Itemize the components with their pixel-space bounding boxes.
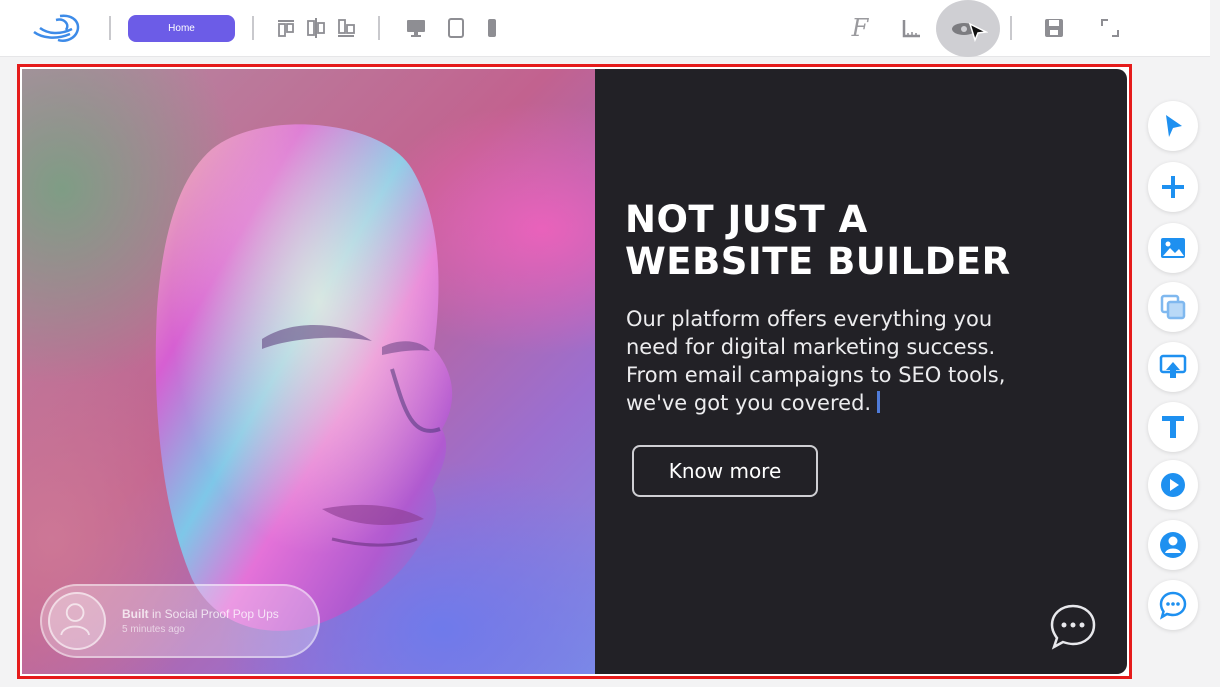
upload-button[interactable] [1148,342,1198,392]
user-icon [1160,532,1186,558]
add-chat-button[interactable] [1148,580,1198,630]
align-bottom-icon[interactable] [334,16,358,40]
text-cursor [877,391,881,413]
social-proof-popup[interactable]: Built in Social Proof Pop Ups 5 minutes … [40,584,320,658]
align-center-icon[interactable] [304,16,328,40]
toolbar-divider [252,16,254,40]
hero-headline[interactable]: NOT JUST A WEBSITE BUILDER [625,199,1085,283]
add-icon [1162,176,1184,198]
add-image-button[interactable] [1148,223,1198,273]
font-icon[interactable]: F [848,16,872,40]
top-toolbar: Home F [0,0,1210,57]
select-pointer-button[interactable] [1148,101,1198,151]
video-icon [1161,473,1185,497]
mobile-icon[interactable] [480,16,504,40]
duplicate-button[interactable] [1148,282,1198,332]
hero-text-panel[interactable]: NOT JUST A WEBSITE BUILDER Our platform … [595,69,1127,674]
save-icon[interactable] [1042,16,1066,40]
fullscreen-icon[interactable] [1098,16,1122,40]
social-proof-title: Built in Social Proof Pop Ups [122,607,279,621]
add-video-button[interactable] [1148,460,1198,510]
add-element-button[interactable] [1148,162,1198,212]
tablet-icon[interactable] [444,16,468,40]
chat-icon [1159,591,1187,620]
preview-eye-icon [952,22,988,42]
duplicate-icon [1160,294,1186,320]
hero-body-text[interactable]: Our platform offers everything you need … [626,305,1066,417]
add-text-button[interactable] [1148,402,1198,452]
desktop-icon[interactable] [404,16,428,40]
upload-icon [1159,354,1187,378]
preview-eye-button[interactable] [936,0,1000,57]
toolbar-divider [1010,16,1012,40]
editor-canvas-selection[interactable]: Built in Social Proof Pop Ups 5 minutes … [17,64,1132,679]
toolbar-divider [109,16,111,40]
toolbar-divider [378,16,380,40]
know-more-button[interactable]: Know more [632,445,818,497]
image-icon [1161,238,1185,258]
ruler-icon[interactable] [900,16,924,40]
hero-image[interactable]: Built in Social Proof Pop Ups 5 minutes … [22,69,595,674]
user-placeholder-icon [60,603,91,636]
avatar [48,592,106,650]
add-user-button[interactable] [1148,520,1198,570]
text-icon [1162,416,1184,438]
align-top-icon[interactable] [274,16,298,40]
home-page-button[interactable]: Home [128,15,235,42]
social-proof-time: 5 minutes ago [122,624,185,635]
chrome-face-illustration [155,124,453,631]
chat-bubble-icon[interactable] [1048,602,1098,652]
select-pointer-icon [1166,115,1182,137]
logo-icon[interactable] [30,10,86,46]
